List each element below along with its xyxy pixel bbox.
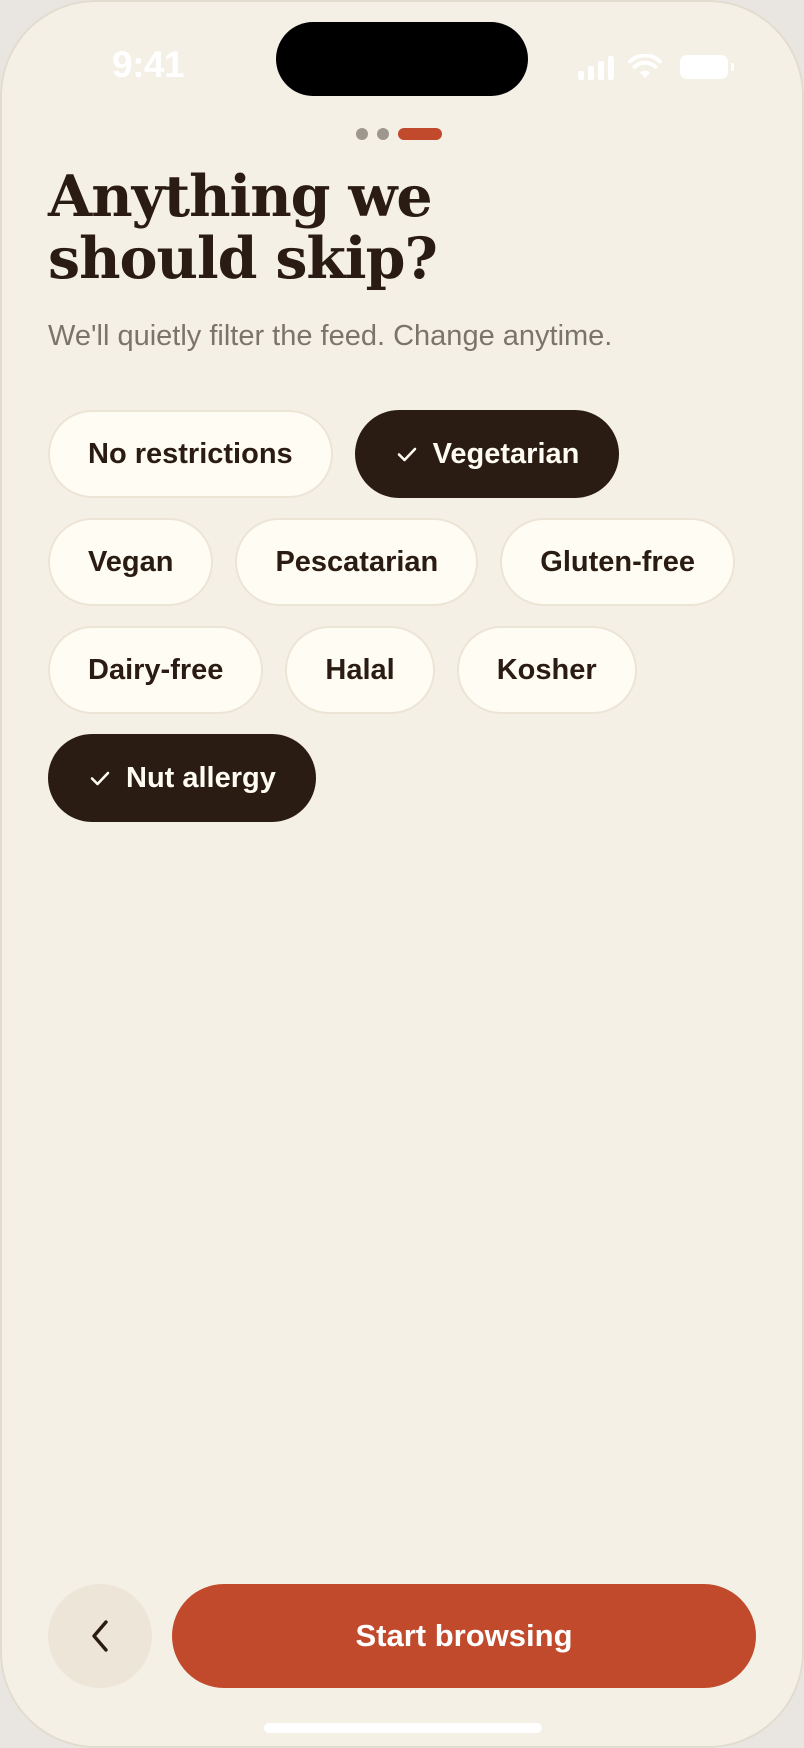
chip-label: Pescatarian: [275, 545, 439, 578]
chip-halal[interactable]: Halal: [285, 626, 435, 714]
progress-dot-step-2: [377, 128, 389, 140]
chip-vegan[interactable]: Vegan: [48, 518, 214, 606]
start-browsing-button[interactable]: Start browsing: [172, 1584, 756, 1688]
battery-icon: [680, 55, 734, 79]
home-indicator: [264, 1723, 542, 1733]
chip-label: No restrictions: [88, 437, 293, 470]
chip-label: Vegan: [88, 545, 174, 578]
bottom-action-bar: Start browsing: [48, 1584, 756, 1688]
chip-row: Nut allergy: [48, 734, 768, 822]
chevron-left-icon: [92, 1620, 108, 1652]
status-icons: [578, 52, 734, 80]
dietary-options: No restrictions Vegetarian Vegan Pescata…: [48, 410, 768, 842]
chip-gluten-free[interactable]: Gluten-free: [500, 518, 735, 606]
progress-dot-step-1: [356, 128, 368, 140]
chip-label: Nut allergy: [126, 761, 276, 794]
status-time: 9:41: [112, 44, 185, 85]
phone-screen: 9:41 Anything we should skip? We'll quie…: [0, 0, 804, 1748]
check-icon: [397, 447, 416, 462]
chip-vegetarian[interactable]: Vegetarian: [354, 410, 620, 498]
chip-no-restrictions[interactable]: No restrictions: [48, 410, 333, 498]
chip-label: Halal: [325, 653, 395, 686]
page-title-line-2: should skip?: [48, 225, 438, 292]
back-button[interactable]: [48, 1584, 152, 1688]
chip-label: Vegetarian: [432, 437, 580, 470]
chip-row: Vegan Pescatarian Gluten-free: [48, 518, 768, 606]
chip-nut-allergy[interactable]: Nut allergy: [48, 734, 316, 822]
chip-dairy-free[interactable]: Dairy-free: [48, 626, 264, 714]
chip-row: Dairy-free Halal Kosher: [48, 626, 768, 714]
chip-row: No restrictions Vegetarian: [48, 410, 768, 498]
dynamic-island: [276, 22, 528, 96]
page-subtitle: We'll quietly filter the feed. Change an…: [48, 320, 613, 352]
chip-kosher[interactable]: Kosher: [456, 626, 637, 714]
chip-label: Kosher: [496, 653, 597, 686]
chip-pescatarian[interactable]: Pescatarian: [235, 518, 479, 606]
chip-label: Gluten-free: [540, 545, 695, 578]
progress-dot-step-3-active: [398, 128, 442, 140]
chip-label: Dairy-free: [88, 653, 224, 686]
step-progress-indicator: [356, 128, 442, 140]
page-title: Anything we should skip?: [48, 166, 608, 290]
check-icon: [90, 771, 110, 786]
page-title-line-1: Anything we: [48, 163, 433, 230]
wifi-icon: [628, 54, 662, 78]
cellular-signal-icon: [578, 56, 614, 80]
